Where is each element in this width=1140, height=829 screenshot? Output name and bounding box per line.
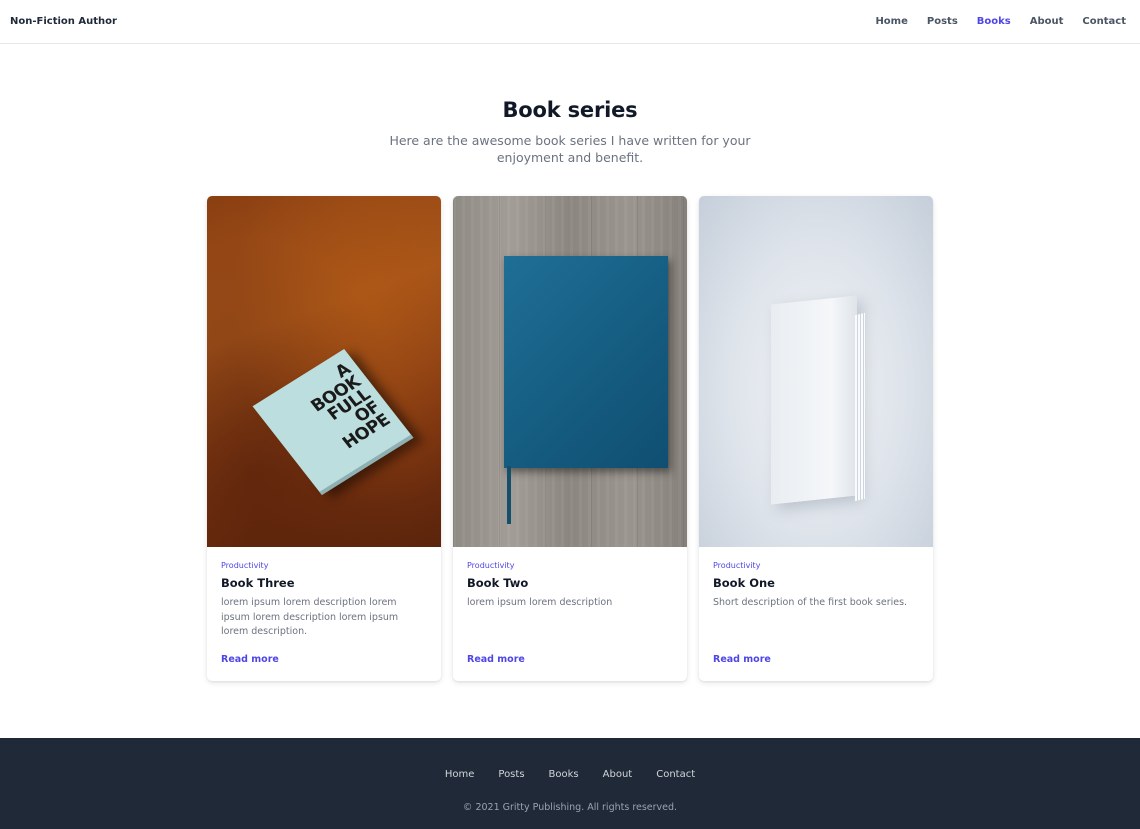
card-description: lorem ipsum lorem description [467,597,613,608]
category-tag[interactable]: Productivity [221,561,427,570]
footer-nav-about[interactable]: About [603,769,633,780]
card-description: Short description of the first book seri… [713,597,908,608]
white-book [771,295,857,505]
blue-notebook-image[interactable] [453,196,687,547]
nav-about[interactable]: About [1030,16,1064,27]
copyright-text: © 2021 Gritty Publishing. All rights res… [462,802,678,813]
nav-posts[interactable]: Posts [927,16,958,27]
card-body: Productivity Book One Short description … [699,547,933,681]
nav-home[interactable]: Home [875,16,907,27]
nav-contact[interactable]: Contact [1082,16,1126,27]
main-nav: Home Posts Books About Contact [856,16,1126,27]
site-header: Non-Fiction Author Home Posts Books Abou… [0,0,1140,44]
read-more-link[interactable]: Read more [467,654,525,665]
footer-nav: Home Posts Books About Contact [0,769,1140,780]
bookmark-ribbon [507,466,511,524]
cover-text: A BOOK FULL OF HOPE [307,359,395,454]
white-book-image[interactable] [699,196,933,547]
page-title: Book series [502,98,638,122]
blue-notebook [504,256,668,468]
card-title[interactable]: Book One [713,576,919,590]
brand-logo-text[interactable]: Non-Fiction Author [10,16,117,27]
category-tag[interactable]: Productivity [713,561,919,570]
card-title[interactable]: Book Three [221,576,427,590]
book-card-three: A BOOK FULL OF HOPE Productivity Book Th… [207,196,441,681]
card-title[interactable]: Book Two [467,576,673,590]
read-more-link[interactable]: Read more [713,654,771,665]
category-tag[interactable]: Productivity [467,561,673,570]
nav-books[interactable]: Books [977,16,1011,27]
card-description: lorem ipsum lorem description lorem ipsu… [221,597,399,637]
footer-nav-contact[interactable]: Contact [656,769,695,780]
hero-section: Book series Here are the awesome book se… [0,98,1140,166]
book-card-two: Productivity Book Two lorem ipsum lorem … [453,196,687,681]
card-body: Productivity Book Two lorem ipsum lorem … [453,547,687,681]
footer-nav-books[interactable]: Books [549,769,579,780]
book-card-one: Productivity Book One Short description … [699,196,933,681]
read-more-link[interactable]: Read more [221,654,279,665]
hope-book-cover: A BOOK FULL OF HOPE [252,349,414,495]
book-series-list: A BOOK FULL OF HOPE Productivity Book Th… [207,196,933,681]
footer-nav-posts[interactable]: Posts [498,769,524,780]
footer-nav-home[interactable]: Home [445,769,475,780]
book-full-of-hope-image[interactable]: A BOOK FULL OF HOPE [207,196,441,547]
site-footer: Home Posts Books About Contact © 2021 Gr… [0,738,1140,829]
card-body: Productivity Book Three lorem ipsum lore… [207,547,441,681]
book-pages [855,312,865,502]
page-subtitle: Here are the awesome book series I have … [389,133,751,165]
